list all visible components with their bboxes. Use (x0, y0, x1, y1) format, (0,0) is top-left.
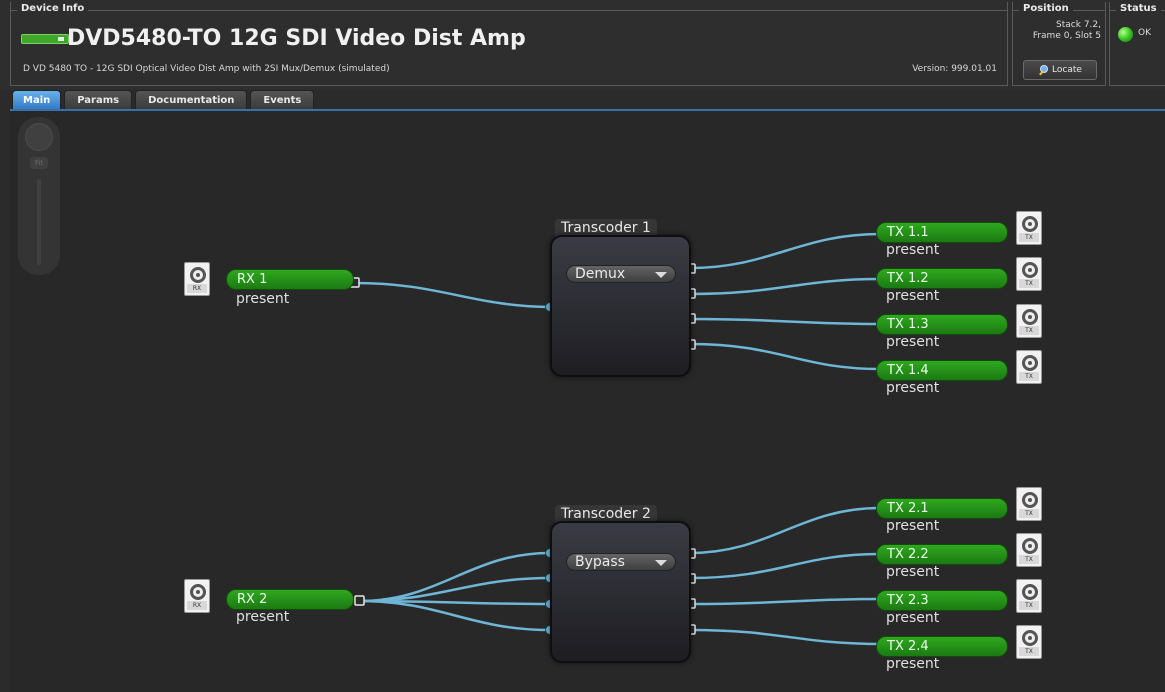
tx2-2-port-icon[interactable]: TX (1016, 533, 1042, 567)
tx2-3-port-tag: TX (1019, 601, 1039, 610)
status-led-icon (1118, 27, 1133, 42)
device-info-label: Device Info (17, 2, 89, 16)
tx1-1-pill[interactable]: TX 1.1 (876, 222, 1008, 243)
tx1-2-status: present (886, 288, 940, 304)
transcoder2-mode-value: Bypass (575, 554, 625, 570)
tx1-4-port-icon[interactable]: TX (1016, 350, 1042, 384)
zoom-slider[interactable] (37, 179, 41, 265)
position-panel: Position Stack 7.2, Frame 0, Slot 5 Loca… (1012, 2, 1106, 86)
rx2-port-tag: RX (187, 601, 207, 610)
zoom-navigator[interactable]: Fit (18, 117, 60, 275)
tx1-1-port-tag: TX (1019, 233, 1039, 242)
tx2-4-port-tag: TX (1019, 647, 1039, 656)
device-description: D VD 5480 TO - 12G SDI Optical Video Dis… (23, 64, 390, 74)
tx2-1-port-icon[interactable]: TX (1016, 487, 1042, 521)
pan-control-icon[interactable] (25, 123, 53, 151)
rx2-status: present (236, 609, 290, 625)
tx1-3-pill[interactable]: TX 1.3 (876, 314, 1008, 335)
rx1-port-tag: RX (187, 284, 207, 293)
position-frame-slot: Frame 0, Slot 5 (1032, 31, 1101, 41)
transcoder1-mode-select[interactable]: Demux (566, 265, 676, 283)
transcoder1-block[interactable]: Demux (550, 235, 691, 377)
tab-main[interactable]: Main (12, 90, 62, 110)
device-card-icon (21, 34, 69, 44)
position-label: Position (1019, 2, 1073, 16)
device-version: Version: 999.01.01 (912, 64, 997, 74)
tab-bar: Main Params Documentation Events (12, 90, 315, 110)
tx2-4-pill[interactable]: TX 2.4 (876, 636, 1008, 657)
tab-params[interactable]: Params (64, 90, 133, 110)
tx1-4-pill[interactable]: TX 1.4 (876, 360, 1008, 381)
tx2-1-status: present (886, 518, 940, 534)
position-text: Stack 7.2, Frame 0, Slot 5 (1013, 20, 1101, 42)
tx1-3-status: present (886, 334, 940, 350)
tx2-4-port-icon[interactable]: TX (1016, 625, 1042, 659)
tx2-2-status: present (886, 564, 940, 580)
status-value: OK (1138, 28, 1151, 38)
tx1-2-port-icon[interactable]: TX (1016, 257, 1042, 291)
tx1-4-status: present (886, 380, 940, 396)
position-stack: Stack 7.2, (1056, 20, 1101, 30)
rx1-pill[interactable]: RX 1 (226, 269, 354, 290)
device-header: Device Info DVD5480-TO 12G SDI Video Dis… (0, 0, 1165, 90)
tab-documentation[interactable]: Documentation (135, 90, 248, 110)
transcoder2-block[interactable]: Bypass (550, 521, 691, 663)
tab-events[interactable]: Events (250, 90, 315, 110)
rx1-port-icon[interactable]: RX (184, 262, 210, 296)
chevron-down-icon (655, 272, 667, 278)
status-panel: Status OK (1109, 2, 1165, 86)
tx2-3-pill[interactable]: TX 2.3 (876, 590, 1008, 611)
tx1-3-port-icon[interactable]: TX (1016, 304, 1042, 338)
tx1-2-pill[interactable]: TX 1.2 (876, 268, 1008, 289)
signal-flow-canvas[interactable]: Fit RX RX 1 present RX RX 2 present Tran… (10, 111, 1165, 692)
rx2-port-icon[interactable]: RX (184, 579, 210, 613)
tx1-1-status: present (886, 242, 940, 258)
rx2-output-node (354, 595, 365, 606)
tx2-1-port-tag: TX (1019, 509, 1039, 518)
tx1-3-port-tag: TX (1019, 326, 1039, 335)
locate-button[interactable]: Locate (1023, 60, 1097, 80)
rx1-status: present (236, 291, 290, 307)
tx1-1-port-icon[interactable]: TX (1016, 211, 1042, 245)
device-info-panel: Device Info DVD5480-TO 12G SDI Video Dis… (10, 2, 1008, 86)
transcoder1-mode-value: Demux (575, 266, 626, 282)
device-title: DVD5480-TO 12G SDI Video Dist Amp (67, 26, 526, 51)
chevron-down-icon (655, 560, 667, 566)
tx2-2-pill[interactable]: TX 2.2 (876, 544, 1008, 565)
rx2-pill[interactable]: RX 2 (226, 589, 354, 610)
tx2-3-status: present (886, 610, 940, 626)
tx1-4-port-tag: TX (1019, 372, 1039, 381)
status-label: Status (1116, 2, 1161, 16)
fit-button[interactable]: Fit (30, 157, 48, 169)
locate-label: Locate (1052, 65, 1082, 75)
transcoder2-mode-select[interactable]: Bypass (566, 553, 676, 571)
tx2-3-port-icon[interactable]: TX (1016, 579, 1042, 613)
locate-icon (1038, 65, 1049, 75)
tx2-4-status: present (886, 656, 940, 672)
tx1-2-port-tag: TX (1019, 279, 1039, 288)
tx2-1-pill[interactable]: TX 2.1 (876, 498, 1008, 519)
tx2-2-port-tag: TX (1019, 555, 1039, 564)
